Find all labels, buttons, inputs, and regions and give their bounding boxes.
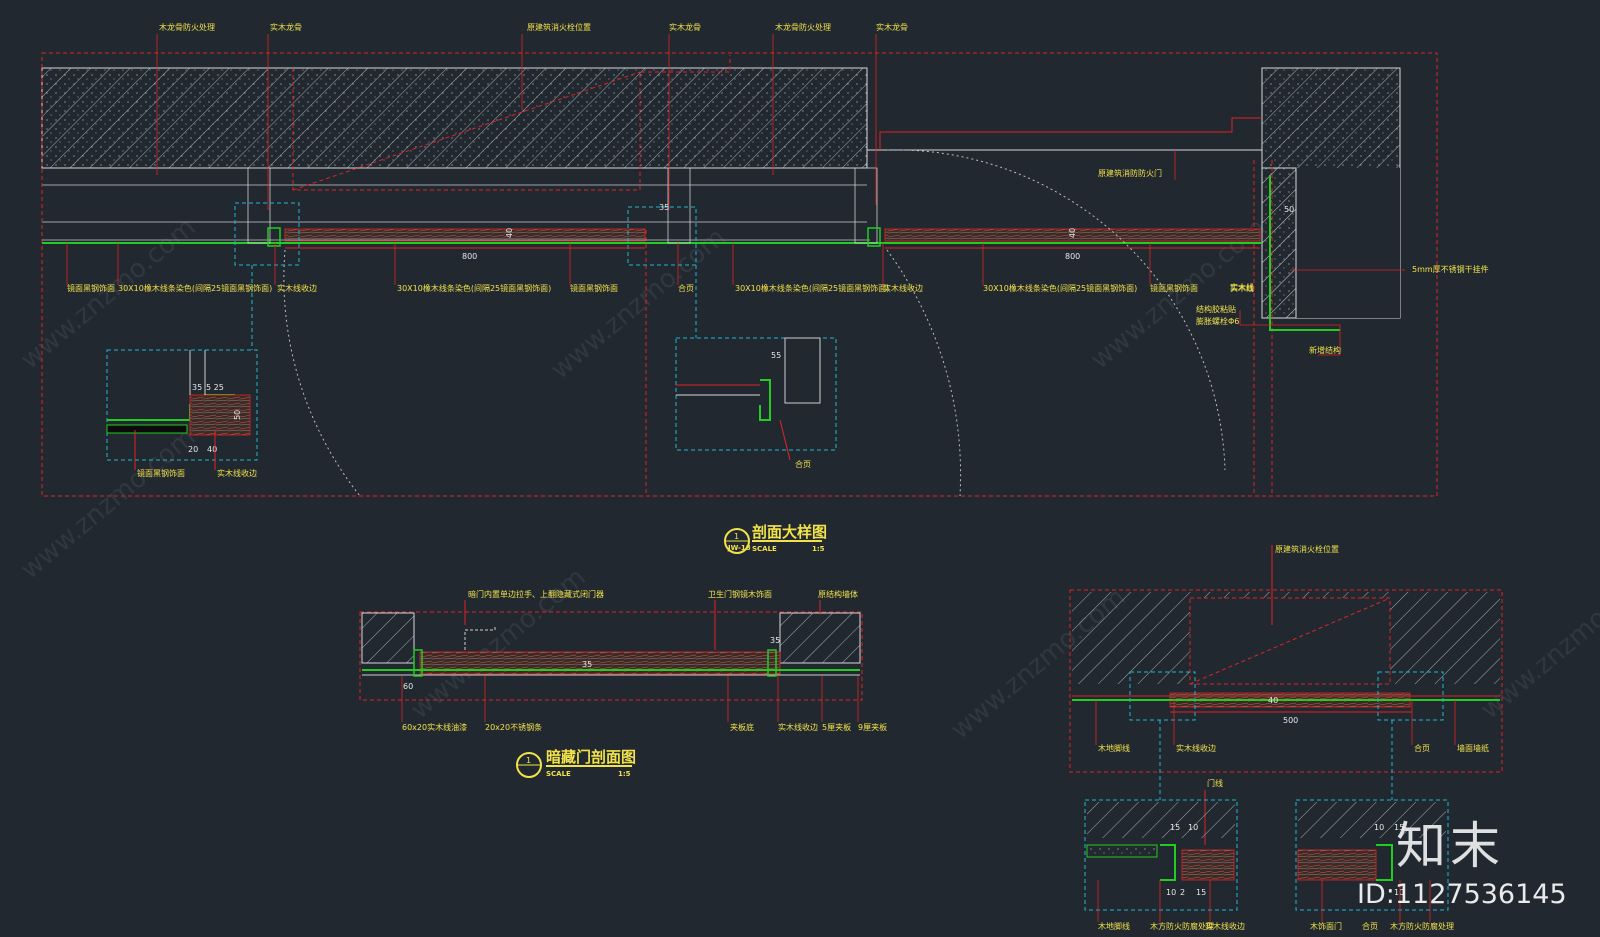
- hd-top-label-3: 原结构墙体: [818, 589, 858, 599]
- plan-top-labels: 木龙骨防火处理 实木龙骨 原建筑消火栓位置 实木龙骨 木龙骨防火处理 实木龙骨: [159, 22, 908, 32]
- rs-bottom-label-3: 实木线收边: [1205, 921, 1245, 931]
- detail-dim-20: 20: [188, 445, 198, 454]
- hd-bottom-label-1: 60x20实木线油漆: [402, 722, 467, 732]
- detail-mid-label: 合页: [795, 459, 811, 469]
- detail-dim-5-25: 5 25: [206, 383, 224, 392]
- plan-bottom-label-6: 合页: [678, 283, 694, 293]
- dim-50: 50: [1284, 205, 1294, 214]
- title1-name: 剖面大样图: [752, 523, 827, 541]
- hd-top-label-1: 暗门内置单边拉手、上翻隐藏式闭门器: [468, 589, 604, 599]
- hd-bottom-label-3: 夹板底: [730, 722, 754, 732]
- cad-drawing-canvas: www.znzmo.com www.znzmo.com www.znzmo.co…: [15, 22, 1600, 931]
- label-glue: 结构胶粘贴: [1196, 304, 1236, 314]
- plan-bottom-label-3: 实木线收边: [277, 283, 317, 293]
- title1-sheet: JW-18: [727, 544, 751, 552]
- plan-bottom-label-10: 镜面黑钢饰面: [1150, 283, 1198, 293]
- right-dim-40: 40: [1268, 696, 1278, 705]
- detail-dim-55: 55: [771, 351, 781, 360]
- d1-dim-5: 15: [1196, 888, 1206, 897]
- detail-dim-40: 40: [207, 445, 217, 454]
- detail-dim-35: 35: [192, 383, 202, 392]
- right-dim-500: 500: [1283, 716, 1298, 725]
- dim-40-left: 40: [505, 228, 514, 238]
- rs-bottom-label-4: 木饰面门: [1310, 921, 1342, 931]
- plan-label-3: 原建筑消火栓位置: [527, 22, 591, 32]
- right-label-3: 合页: [1414, 743, 1430, 753]
- plan-label-2: 实木龙骨: [270, 22, 302, 32]
- detail-left-label-1: 镜面黑钢饰面: [137, 468, 185, 478]
- plan-bottom-label-1: 镜面黑钢饰面: [67, 283, 115, 293]
- detail-dim-50: 50: [233, 410, 242, 420]
- title2-name: 暗藏门剖面图: [546, 748, 636, 766]
- watermark-text: www.znzmo.com: [545, 222, 731, 385]
- image-id: ID:1127536145: [1357, 879, 1567, 910]
- hd-dim-35: 35: [770, 636, 780, 645]
- dim-40-right: 40: [1068, 228, 1077, 238]
- right-label-2: 实木线收边: [1176, 743, 1216, 753]
- hd-dim-35b: 35: [582, 660, 592, 669]
- hd-bottom-label-5: 5厘夹板: [822, 722, 851, 732]
- title-block-1: 1 JW-18 剖面大样图 SCALE 1:5: [724, 523, 827, 554]
- watermark-text: www.znzmo.com: [15, 212, 201, 375]
- right-top-label: 原建筑消火栓位置: [1275, 544, 1339, 554]
- plan-bottom-label-8: 实木线收边: [883, 283, 923, 293]
- plan-bottom-label-11: 实木线: [1230, 283, 1254, 293]
- rs-bottom-label-5: 合页: [1362, 921, 1378, 931]
- plan-bottom-label-2: 30X10橡木线条染色(间隔25镜面黑钢饰面): [118, 283, 272, 293]
- door-label: 门线: [1207, 778, 1223, 788]
- plan-label-5: 木龙骨防火处理: [775, 22, 831, 32]
- plan-bottom-label-7: 30X10橡木线条染色(间隔25镜面黑钢饰面): [735, 283, 889, 293]
- d2-dim-1: 10: [1374, 823, 1384, 832]
- rs-bottom-label-1: 木地脚线: [1098, 921, 1130, 931]
- plan-bottom-label-9: 30X10橡木线条染色(间隔25镜面黑钢饰面): [983, 283, 1137, 293]
- dim-800-right: 800: [1065, 252, 1080, 261]
- label-stone-base: 新增结构: [1309, 345, 1341, 355]
- title-block-2: 1 暗藏门剖面图 SCALE 1:5: [516, 748, 636, 778]
- d1-dim-3: 10: [1166, 888, 1176, 897]
- right-label-4: 墙面墙纸: [1457, 743, 1489, 753]
- right-label-1: 木地脚线: [1098, 743, 1130, 753]
- hd-top-label-2: 卫生门钢镜木饰面: [708, 589, 772, 599]
- plan-label-1: 木龙骨防火处理: [159, 22, 215, 32]
- plan-label-6: 实木龙骨: [876, 22, 908, 32]
- label-fire-door: 原建筑消防防火门: [1098, 168, 1162, 178]
- hd-bottom-label-6: 9厘夹板: [858, 722, 887, 732]
- plan-bottom-label-4: 30X10橡木线条染色(间隔25镜面黑钢饰面): [397, 283, 551, 293]
- d1-dim-1: 15: [1170, 823, 1180, 832]
- label-bolt: 膨胀螺栓Φ6: [1196, 316, 1239, 326]
- hd-dim-60: 60: [403, 682, 413, 691]
- d1-dim-4: 2: [1180, 888, 1185, 897]
- title1-number: 1: [734, 532, 739, 541]
- rs-bottom-label-6: 木方防火防腐处理: [1390, 921, 1454, 931]
- dim-35: 35: [659, 203, 669, 212]
- plan-bottom-label-5: 镜面黑钢饰面: [570, 283, 618, 293]
- hd-bottom-label-4: 实木线收边: [778, 722, 818, 732]
- hd-bottom-label-2: 20x20不锈钢条: [485, 722, 542, 732]
- title2-scale: 1:5: [618, 770, 631, 778]
- detail-left-label-2: 实木线收边: [217, 468, 257, 478]
- dim-800-left: 800: [462, 252, 477, 261]
- title1-scale: 1:5: [812, 545, 825, 553]
- title1-scale-label: SCALE: [752, 545, 777, 553]
- watermark-text: www.znzmo.com: [15, 422, 201, 585]
- brand-logo: 知末: [1396, 817, 1504, 875]
- d1-dim-2: 10: [1188, 823, 1198, 832]
- section-plan: 800 800 40 40 35 50 木龙骨防火处理 实木龙骨 原建筑消火栓位…: [41, 22, 1489, 497]
- label-steel-part: 5mm厚不锈钢干挂件: [1412, 264, 1489, 274]
- title2-number: 1: [526, 756, 531, 765]
- watermark-text: www.znzmo.com: [405, 562, 591, 725]
- plan-label-4: 实木龙骨: [669, 22, 701, 32]
- title2-scale-label: SCALE: [546, 770, 571, 778]
